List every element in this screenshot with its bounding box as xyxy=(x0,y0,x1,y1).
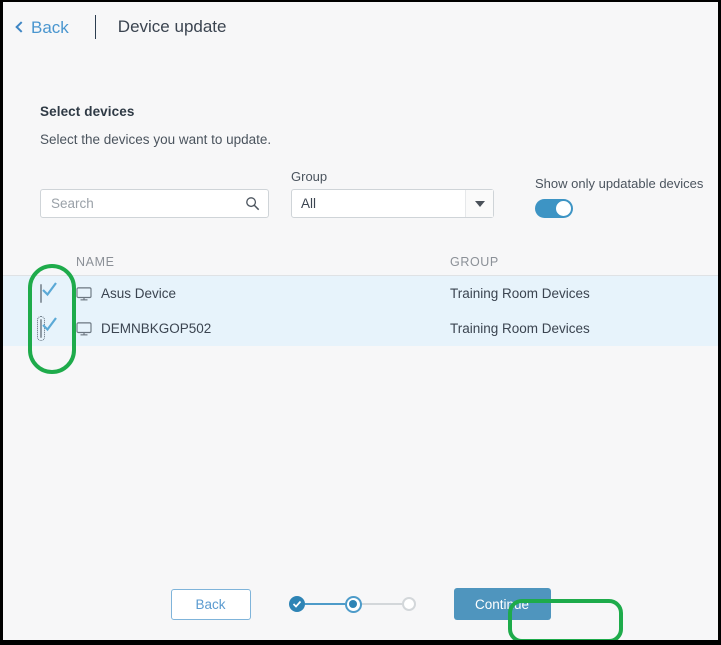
table-row[interactable]: Asus Device Training Room Devices xyxy=(3,276,718,311)
monitor-icon xyxy=(76,286,92,300)
footer-back-button[interactable]: Back xyxy=(170,588,251,620)
updatable-toggle-group: Show only updatable devices xyxy=(535,176,703,218)
row-checkbox[interactable] xyxy=(40,281,57,303)
search-wrapper xyxy=(40,189,269,218)
row-name-label: Asus Device xyxy=(101,286,177,301)
search-field-group xyxy=(40,189,269,218)
chevron-left-icon xyxy=(15,20,27,33)
monitor-icon xyxy=(76,321,92,335)
row-group-cell: Training Room Devices xyxy=(450,321,590,336)
updatable-toggle[interactable] xyxy=(535,199,573,218)
group-select[interactable]: All xyxy=(291,189,494,218)
row-checkbox-cell xyxy=(40,281,76,303)
column-header-name: NAME xyxy=(76,254,115,269)
row-checkbox-cell xyxy=(37,315,76,341)
main-content: Select devices Select the devices you wa… xyxy=(3,104,718,346)
wizard-stepper xyxy=(288,595,416,613)
header-back-label: Back xyxy=(31,17,69,37)
row-name-cell: DEMNBKGOP502 xyxy=(76,321,450,336)
row-name-cell: Asus Device xyxy=(76,286,450,301)
filter-bar: Group All Show only updatable devices xyxy=(40,169,718,218)
step-connector-1 xyxy=(304,603,345,605)
column-header-group: GROUP xyxy=(450,254,499,269)
search-input[interactable] xyxy=(40,189,269,218)
wizard-footer: Back Continue xyxy=(3,573,718,635)
row-group-cell: Training Room Devices xyxy=(450,286,590,301)
page-header: Back Device update xyxy=(3,2,718,52)
device-update-screen: Back Device update Select devices Select… xyxy=(0,0,721,645)
check-icon xyxy=(42,281,57,296)
row-checkbox[interactable] xyxy=(37,315,57,341)
group-select-caret-zone[interactable] xyxy=(465,190,493,217)
group-field-group: Group All xyxy=(291,169,494,218)
updatable-toggle-label: Show only updatable devices xyxy=(535,176,704,191)
toggle-knob xyxy=(556,201,571,216)
check-icon xyxy=(42,316,57,331)
row-name-label: DEMNBKGOP502 xyxy=(101,321,212,336)
step-connector-2 xyxy=(361,603,402,605)
devices-table: NAME GROUP Asus Device Training Room Dev… xyxy=(3,248,718,346)
table-row[interactable]: DEMNBKGOP502 Training Room Devices xyxy=(3,311,718,346)
header-divider xyxy=(94,15,96,39)
chevron-down-icon xyxy=(474,200,485,207)
step-2-current[interactable] xyxy=(344,595,362,613)
section-subtitle: Select the devices you want to update. xyxy=(40,132,272,147)
step-3-upcoming[interactable] xyxy=(401,597,416,611)
section-title: Select devices xyxy=(40,104,135,119)
continue-button[interactable]: Continue xyxy=(453,588,551,620)
page-title: Device update xyxy=(117,17,227,36)
table-header-row: NAME GROUP xyxy=(3,248,718,276)
continue-button-wrapper: Continue xyxy=(453,588,551,620)
header-back-link[interactable]: Back xyxy=(15,17,69,37)
step-1-completed[interactable] xyxy=(288,596,305,612)
group-select-value: All xyxy=(301,196,317,211)
step-dot xyxy=(349,600,357,608)
group-label: Group xyxy=(291,169,328,184)
check-icon xyxy=(292,600,301,608)
